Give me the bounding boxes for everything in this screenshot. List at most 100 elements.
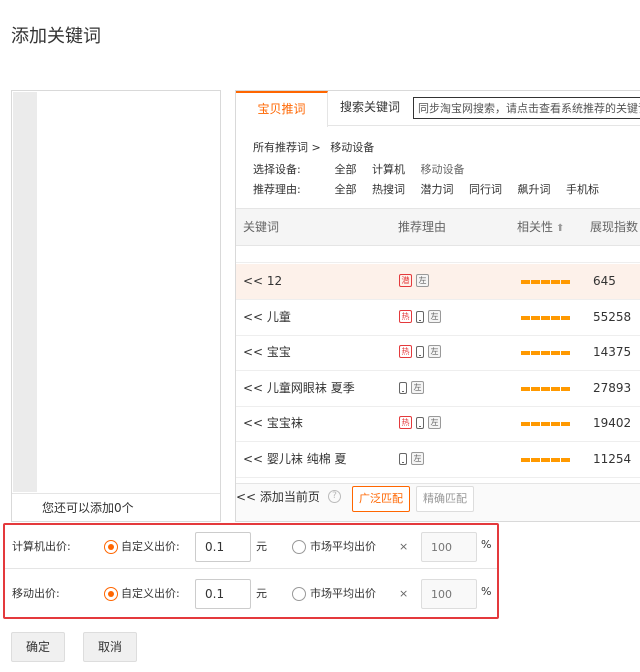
reason-option-rising[interactable]: 飙升词 bbox=[518, 181, 551, 197]
left-scrollbar[interactable] bbox=[13, 92, 37, 492]
mobile-custom-bid-radio[interactable] bbox=[104, 587, 118, 601]
mobile-icon bbox=[399, 381, 407, 394]
table-row[interactable]: << 婴儿袜 纯棉 夏 左 11254 bbox=[236, 442, 640, 478]
add-current-page-button[interactable]: << 添加当前页 bbox=[236, 484, 320, 511]
relevance-segment bbox=[561, 386, 570, 391]
computer-bid-percent-input[interactable] bbox=[421, 532, 477, 562]
keyword-search-input[interactable] bbox=[413, 97, 640, 119]
computer-market-bid-label[interactable]: 市场平均出价 bbox=[310, 525, 376, 569]
device-filter-label: 选择设备: bbox=[253, 163, 301, 176]
index-cell: 14375 bbox=[593, 345, 632, 359]
relevance-segment bbox=[521, 386, 530, 391]
relevance-segment bbox=[551, 386, 560, 391]
reason-option-peer[interactable]: 同行词 bbox=[469, 181, 502, 197]
relevance-segment bbox=[551, 422, 560, 426]
tab-search-keywords[interactable]: 搜索关键词 bbox=[329, 91, 411, 126]
index-cell: 11254 bbox=[593, 451, 632, 466]
cancel-button[interactable]: 取消 bbox=[83, 632, 137, 662]
left-tag-icon: 左 bbox=[428, 309, 441, 323]
keyword-table-body: << 12 潜左 645 << 儿童热左 55258 << 宝宝热左 14375 << 儿童网… bbox=[236, 247, 640, 483]
column-header-keyword: 关键词 bbox=[243, 220, 280, 234]
reason-option-mobile[interactable]: 手机标 bbox=[566, 181, 599, 197]
mobile-icon bbox=[416, 417, 424, 429]
mobile-times-sign: × bbox=[399, 587, 409, 600]
potential-tag-icon: 潜 bbox=[399, 274, 412, 287]
keyword-cell: << 儿童网眼袜 夏季 bbox=[243, 380, 355, 395]
help-icon[interactable]: ? bbox=[328, 490, 341, 503]
device-option-all[interactable]: 全部 bbox=[335, 161, 357, 177]
relevance-bar bbox=[521, 280, 570, 284]
computer-times-sign: × bbox=[399, 540, 409, 553]
dialog-title: 添加关键词 bbox=[11, 26, 101, 47]
computer-custom-bid-label[interactable]: 自定义出价: bbox=[121, 525, 180, 569]
mobile-market-bid-label[interactable]: 市场平均出价 bbox=[310, 572, 376, 616]
index-cell: 55258 bbox=[593, 309, 632, 324]
computer-custom-bid-radio[interactable] bbox=[104, 540, 118, 554]
table-row[interactable]: << 儿童热左 55258 bbox=[236, 300, 640, 336]
mobile-bid-row: 移动出价: 自定义出价: 元 市场平均出价 × % bbox=[5, 572, 497, 616]
keyword-cell: << 宝宝袜 bbox=[243, 416, 303, 430]
computer-market-bid-radio[interactable] bbox=[292, 540, 306, 554]
reason-option-hot[interactable]: 热搜词 bbox=[372, 181, 405, 197]
reason-option-all[interactable]: 全部 bbox=[335, 181, 357, 197]
relevance-segment bbox=[531, 422, 540, 426]
mobile-bid-percent-input[interactable] bbox=[421, 579, 477, 609]
relevance-segment bbox=[531, 351, 540, 355]
broad-match-button[interactable]: 广泛匹配 bbox=[352, 486, 410, 512]
table-row[interactable]: << 儿童网眼袜 夏季 左 27893 bbox=[236, 371, 640, 407]
device-option-computer[interactable]: 计算机 bbox=[372, 161, 405, 177]
relevance-segment bbox=[541, 457, 550, 462]
mobile-custom-bid-label[interactable]: 自定义出价: bbox=[121, 572, 180, 616]
keyword-cell: << 12 bbox=[243, 274, 283, 288]
tab-bar: 宝贝推词 搜索关键词 bbox=[236, 91, 640, 127]
relevance-segment bbox=[561, 351, 570, 355]
computer-bid-price-input[interactable] bbox=[195, 532, 251, 562]
table-row[interactable]: << 宝宝袜热左 19402 bbox=[236, 406, 640, 442]
device-option-mobile[interactable]: 移动设备 bbox=[421, 161, 465, 177]
relevance-segment bbox=[551, 280, 560, 284]
reason-cell: 热左 bbox=[399, 345, 441, 359]
relevance-segment bbox=[521, 457, 530, 462]
column-header-index[interactable]: 展现指数▾ bbox=[590, 209, 640, 247]
sort-up-icon[interactable]: ⬆ bbox=[556, 223, 564, 234]
relevance-bar bbox=[521, 457, 570, 462]
recommend-panel: 宝贝推词 搜索关键词 所有推荐词 > 移动设备 选择设备: 全部 计算机 移动设… bbox=[235, 90, 640, 522]
reason-cell: 潜左 bbox=[399, 274, 429, 288]
hot-tag-icon: 热 bbox=[399, 345, 412, 358]
table-row[interactable]: << 12 潜左 645 bbox=[236, 264, 640, 300]
filter-area: 所有推荐词 > 移动设备 选择设备: 全部 计算机 移动设备 推荐理由: 全部 … bbox=[236, 127, 640, 207]
relevance-segment bbox=[531, 280, 540, 284]
relevance-segment bbox=[551, 351, 560, 355]
keyword-cell: << 宝宝 bbox=[243, 345, 291, 359]
selected-keywords-list bbox=[38, 92, 219, 492]
selected-keywords-panel: 您还可以添加0个 bbox=[11, 90, 221, 522]
computer-bid-label: 计算机出价: bbox=[12, 540, 71, 553]
relevance-segment bbox=[531, 315, 540, 320]
left-tag-icon: 左 bbox=[416, 274, 429, 287]
breadcrumb-root[interactable]: 所有推荐词 > bbox=[253, 141, 321, 154]
reason-cell: 热左 bbox=[399, 416, 441, 430]
left-tag-icon: 左 bbox=[411, 451, 424, 465]
mobile-market-bid-radio[interactable] bbox=[292, 587, 306, 601]
reason-cell: 左 bbox=[399, 380, 424, 395]
relevance-segment bbox=[531, 386, 540, 391]
tab-item-recommend[interactable]: 宝贝推词 bbox=[236, 91, 328, 127]
mobile-bid-price-input[interactable] bbox=[195, 579, 251, 609]
index-header-label: 展现指数 bbox=[590, 220, 639, 234]
column-header-relevance[interactable]: 相关性 ⬆ bbox=[517, 209, 564, 247]
confirm-button[interactable]: 确定 bbox=[11, 632, 65, 662]
mobile-bid-unit: 元 bbox=[256, 587, 267, 600]
reason-option-potential[interactable]: 潜力词 bbox=[421, 181, 454, 197]
reason-cell: 热左 bbox=[399, 309, 441, 324]
table-row[interactable]: << 宝宝 热左 14375 bbox=[236, 335, 640, 371]
mobile-icon bbox=[399, 452, 407, 465]
mobile-bid-label: 移动出价: bbox=[12, 587, 60, 600]
left-tag-icon: 左 bbox=[411, 380, 424, 394]
relevance-segment bbox=[561, 457, 570, 462]
keyword-cell: << 婴儿袜 纯棉 夏 bbox=[243, 451, 347, 466]
mobile-icon bbox=[416, 346, 424, 358]
relevance-segment bbox=[541, 386, 550, 391]
remaining-count-text: 您还可以添加0个 bbox=[12, 493, 220, 523]
relevance-segment bbox=[541, 351, 550, 355]
exact-match-button[interactable]: 精确匹配 bbox=[416, 486, 474, 512]
